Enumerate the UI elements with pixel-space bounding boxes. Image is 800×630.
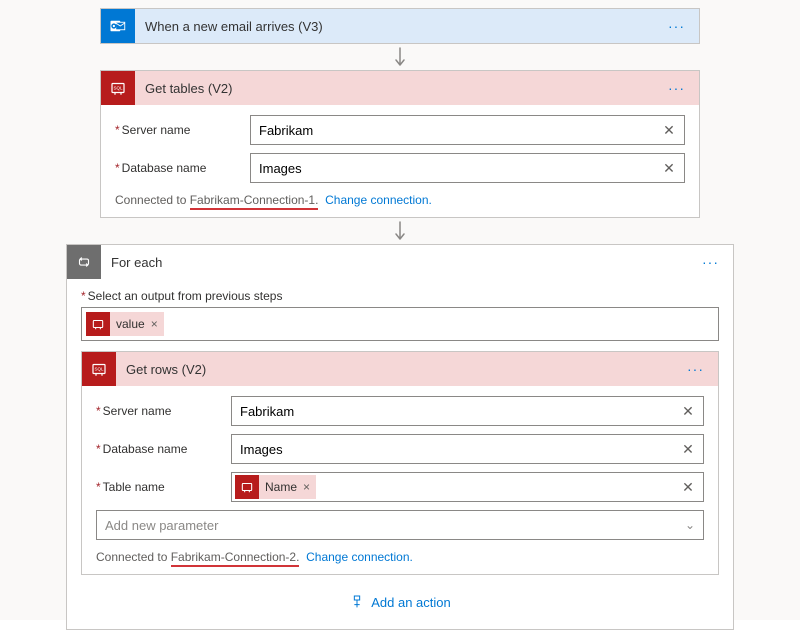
- token-text: Name: [259, 480, 303, 494]
- table-label: *Table name: [96, 480, 231, 494]
- output-box[interactable]: value ×: [81, 307, 719, 341]
- chevron-down-icon: ⌄: [685, 518, 695, 532]
- clear-icon[interactable]: ✕: [660, 121, 678, 139]
- server-row: *Server name ✕: [96, 396, 704, 426]
- connection-info: Connected to Fabrikam-Connection-2. Chan…: [96, 550, 704, 564]
- table-row: *Table name Name ×: [96, 472, 704, 502]
- server-input-wrap[interactable]: ✕: [250, 115, 685, 145]
- change-connection-link[interactable]: Change connection.: [306, 550, 413, 564]
- connection-info: Connected to Fabrikam-Connection-1. Chan…: [115, 193, 685, 207]
- value-token[interactable]: value ×: [86, 312, 164, 336]
- get-rows-header[interactable]: SQL Get rows (V2) ···: [82, 352, 718, 386]
- add-action-button[interactable]: Add an action: [81, 585, 719, 619]
- db-row: *Database name ✕: [96, 434, 704, 464]
- flow-canvas: When a new email arrives (V3) ··· SQL Ge…: [0, 0, 800, 620]
- name-token[interactable]: Name ×: [235, 475, 316, 499]
- db-input-wrap[interactable]: ✕: [250, 153, 685, 183]
- output-label: *Select an output from previous steps: [81, 289, 719, 303]
- add-action-label: Add an action: [371, 595, 451, 610]
- get-rows-menu-icon[interactable]: ···: [681, 361, 710, 377]
- foreach-menu-icon[interactable]: ···: [696, 254, 725, 270]
- clear-icon[interactable]: ✕: [679, 440, 697, 458]
- sql-icon: SQL: [101, 71, 135, 105]
- server-label: *Server name: [96, 404, 231, 418]
- server-label: *Server name: [115, 123, 250, 137]
- get-tables-step: SQL Get tables (V2) ··· *Server name ✕ *…: [100, 70, 700, 218]
- get-rows-body: *Server name ✕ *Database name ✕: [82, 386, 718, 574]
- server-input[interactable]: [240, 404, 679, 419]
- get-tables-header[interactable]: SQL Get tables (V2) ···: [101, 71, 699, 105]
- foreach-header[interactable]: For each ···: [67, 245, 733, 279]
- server-input-wrap[interactable]: ✕: [231, 396, 704, 426]
- arrow-icon: [0, 44, 800, 70]
- foreach-step: For each ··· *Select an output from prev…: [66, 244, 734, 630]
- connection-name: Fabrikam-Connection-2.: [171, 550, 300, 567]
- svg-text:SQL: SQL: [113, 86, 123, 91]
- trigger-menu-icon[interactable]: ···: [662, 18, 691, 34]
- outlook-icon: [101, 9, 135, 43]
- connection-name: Fabrikam-Connection-1.: [190, 193, 319, 210]
- svg-text:SQL: SQL: [94, 367, 104, 372]
- add-parameter-label: Add new parameter: [105, 518, 685, 533]
- trigger-step: When a new email arrives (V3) ···: [100, 8, 700, 44]
- db-input-wrap[interactable]: ✕: [231, 434, 704, 464]
- sql-icon: [86, 312, 110, 336]
- foreach-title: For each: [101, 255, 696, 270]
- get-rows-title: Get rows (V2): [116, 362, 681, 377]
- db-input[interactable]: [240, 442, 679, 457]
- server-input[interactable]: [259, 123, 660, 138]
- clear-icon[interactable]: ✕: [679, 402, 697, 420]
- get-rows-step: SQL Get rows (V2) ··· *Server name ✕ *D: [81, 351, 719, 575]
- loop-icon: [67, 245, 101, 279]
- clear-icon[interactable]: ✕: [679, 478, 697, 496]
- db-label: *Database name: [96, 442, 231, 456]
- token-text: value: [110, 317, 151, 331]
- sql-icon: SQL: [82, 352, 116, 386]
- server-row: *Server name ✕: [115, 115, 685, 145]
- token-remove-icon[interactable]: ×: [151, 317, 164, 331]
- sql-icon: [235, 475, 259, 499]
- db-row: *Database name ✕: [115, 153, 685, 183]
- token-remove-icon[interactable]: ×: [303, 480, 316, 494]
- clear-icon[interactable]: ✕: [660, 159, 678, 177]
- get-tables-body: *Server name ✕ *Database name ✕ Connecte…: [101, 105, 699, 217]
- arrow-icon: [0, 218, 800, 244]
- foreach-body: *Select an output from previous steps va…: [67, 279, 733, 629]
- trigger-header[interactable]: When a new email arrives (V3) ···: [101, 9, 699, 43]
- db-label: *Database name: [115, 161, 250, 175]
- get-tables-title: Get tables (V2): [135, 81, 662, 96]
- change-connection-link[interactable]: Change connection.: [325, 193, 432, 207]
- get-tables-menu-icon[interactable]: ···: [662, 80, 691, 96]
- add-parameter-dropdown[interactable]: Add new parameter ⌄: [96, 510, 704, 540]
- add-step-icon: [349, 594, 365, 610]
- table-input-wrap[interactable]: Name × ✕: [231, 472, 704, 502]
- db-input[interactable]: [259, 161, 660, 176]
- trigger-title: When a new email arrives (V3): [135, 19, 662, 34]
